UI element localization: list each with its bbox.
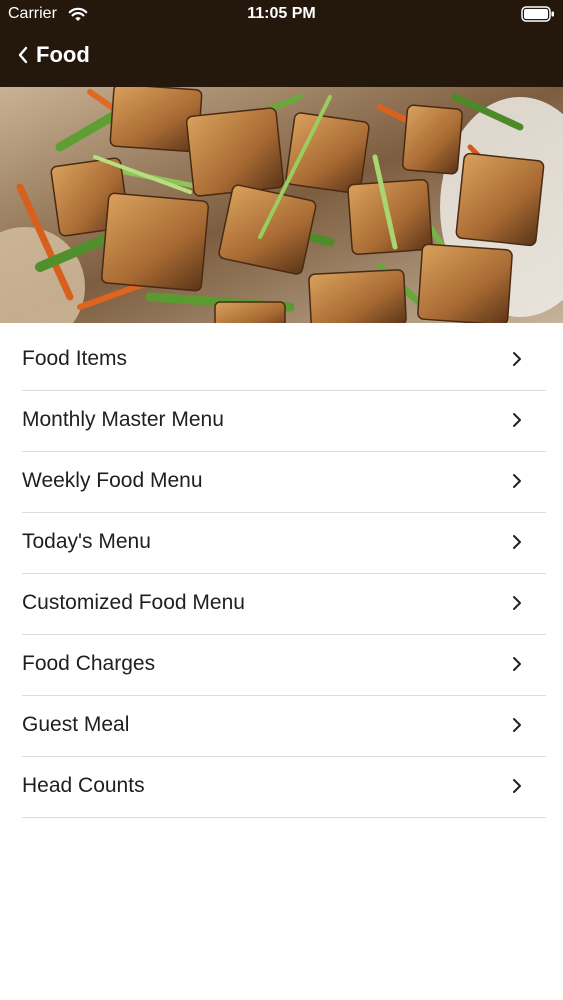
menu-item-head-counts[interactable]: Head Counts — [22, 757, 546, 818]
banner-food-image — [0, 87, 563, 323]
menu-item-weekly-food-menu[interactable]: Weekly Food Menu — [22, 452, 546, 513]
chevron-right-icon — [513, 352, 521, 366]
menu-item-label: Monthly Master Menu — [22, 408, 224, 431]
menu-item-today-s-menu[interactable]: Today's Menu — [22, 513, 546, 574]
chevron-left-icon — [18, 46, 28, 64]
menu-item-label: Food Charges — [22, 652, 156, 675]
nav-title: Food — [36, 42, 90, 67]
menu-item-label: Today's Menu — [22, 530, 151, 553]
menu-item-monthly-master-menu[interactable]: Monthly Master Menu — [22, 391, 546, 452]
menu-item-label: Head Counts — [22, 774, 145, 797]
chevron-right-icon — [513, 474, 521, 488]
status-time: 11:05 PM — [247, 5, 316, 22]
menu-item-food-items[interactable]: Food Items — [22, 330, 546, 391]
menu-item-customized-food-menu[interactable]: Customized Food Menu — [22, 574, 546, 635]
chevron-right-icon — [513, 657, 521, 671]
chevron-right-icon — [513, 779, 521, 793]
chevron-right-icon — [513, 596, 521, 610]
battery-icon — [521, 6, 554, 22]
header: Carrier 11:05 PM Food — [0, 0, 563, 87]
food-menu-list: Food Items Monthly Master Menu Weekly Food… — [0, 330, 563, 818]
chevron-right-icon — [513, 413, 521, 427]
status-bar: Carrier 11:05 PM — [0, 0, 563, 30]
navigation-bar: Food — [0, 30, 563, 87]
menu-item-label: Guest Meal — [22, 713, 130, 736]
chevron-right-icon — [513, 535, 521, 549]
menu-item-label: Weekly Food Menu — [22, 469, 203, 492]
menu-item-label: Customized Food Menu — [22, 591, 245, 614]
menu-item-food-charges[interactable]: Food Charges — [22, 635, 546, 696]
food-screen: Carrier 11:05 PM Food Food Items Monthly… — [0, 0, 563, 1000]
menu-item-guest-meal[interactable]: Guest Meal — [22, 696, 546, 757]
chevron-right-icon — [513, 718, 521, 732]
back-button[interactable]: Food — [18, 42, 90, 68]
menu-item-label: Food Items — [22, 347, 128, 370]
